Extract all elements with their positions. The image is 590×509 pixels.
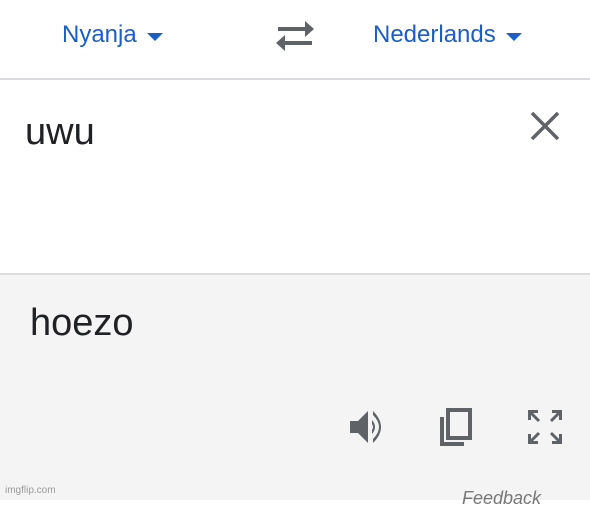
fullscreen-icon — [528, 410, 562, 444]
caret-down-icon — [146, 32, 163, 41]
close-icon — [530, 111, 560, 141]
target-language-label: Nederlands — [373, 21, 496, 48]
swap-languages-button[interactable] — [274, 18, 316, 54]
feedback-link[interactable]: Feedback — [462, 488, 541, 509]
language-bar: Nyanja Nederlands — [0, 0, 590, 78]
source-text-area[interactable]: uwu — [0, 80, 590, 273]
source-text[interactable]: uwu — [25, 110, 95, 154]
listen-button[interactable] — [345, 405, 389, 449]
watermark-text: imgflip.com — [5, 485, 56, 496]
source-language-label: Nyanja — [62, 21, 137, 48]
swap-arrows-icon — [276, 21, 314, 51]
source-language-button[interactable]: Nyanja — [62, 19, 163, 51]
translation-output-area: hoezo imgflip.com Feedback — [0, 275, 590, 508]
translated-text: hoezo — [30, 302, 134, 344]
speaker-icon — [350, 411, 381, 443]
caret-down-icon — [505, 32, 522, 41]
clear-button[interactable] — [527, 108, 563, 144]
copy-button[interactable] — [434, 405, 478, 449]
target-language-button[interactable]: Nederlands — [373, 19, 522, 51]
copy-icon — [440, 408, 472, 446]
fullscreen-button[interactable] — [523, 405, 567, 449]
